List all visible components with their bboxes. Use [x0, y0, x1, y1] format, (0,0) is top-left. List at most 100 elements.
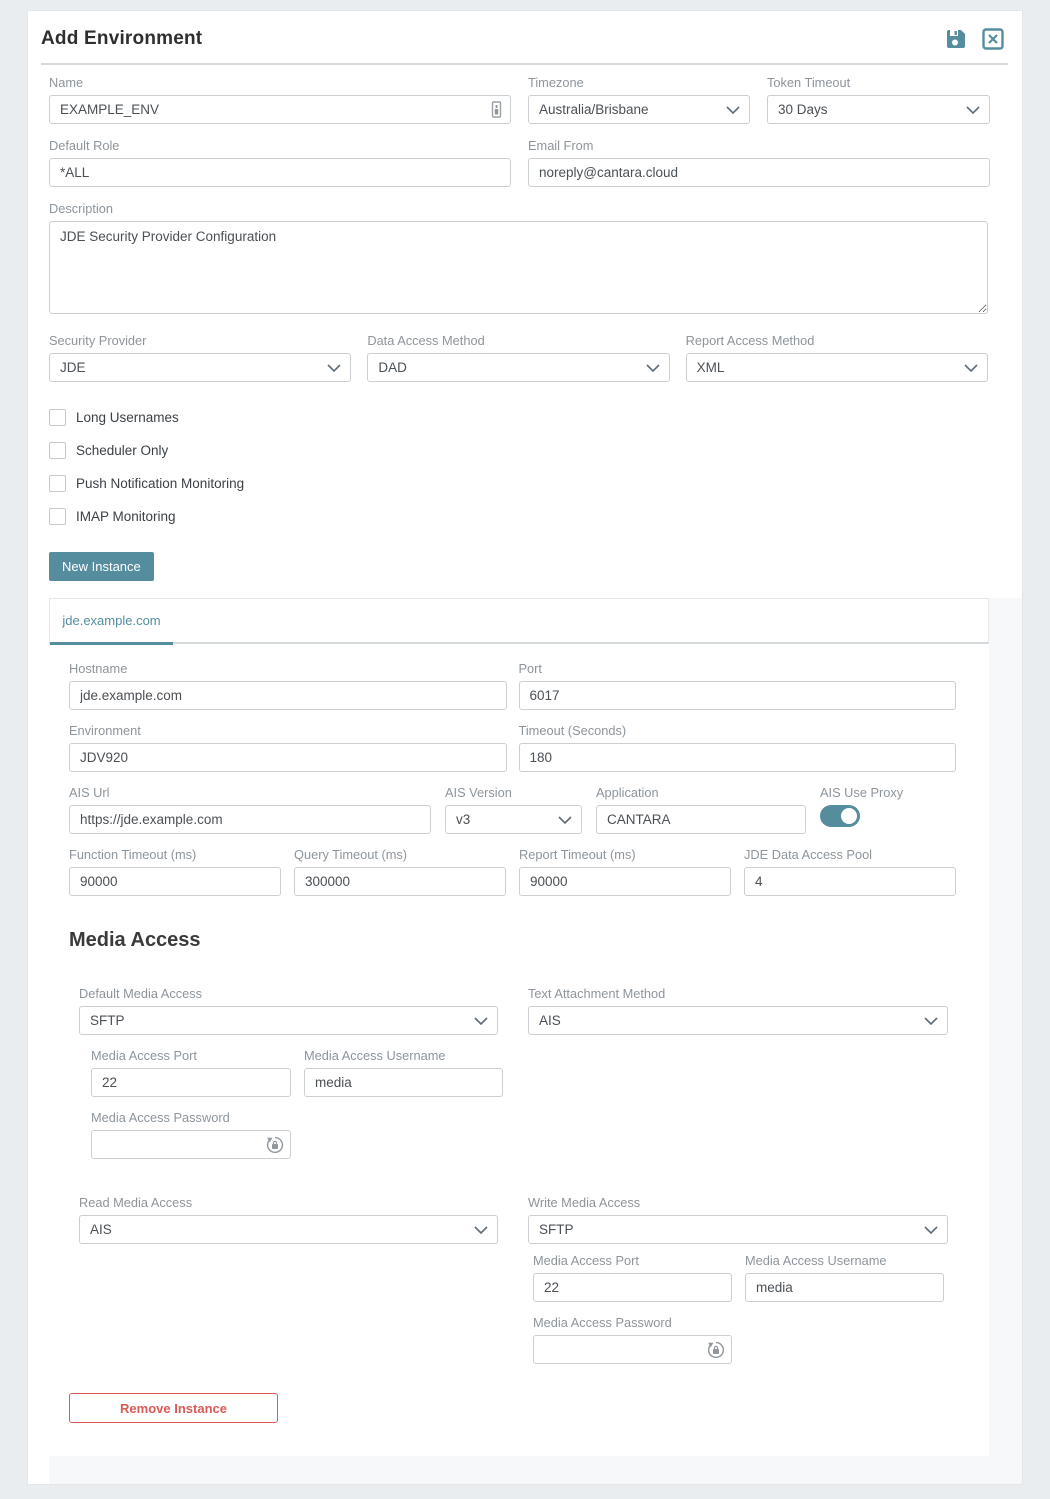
checkbox-label: IMAP Monitoring: [76, 509, 176, 524]
timeout-seconds-label: Timeout (Seconds): [519, 723, 957, 738]
chevron-down-icon: [474, 1017, 488, 1025]
function-timeout-input[interactable]: [69, 867, 281, 896]
report-timeout-label: Report Timeout (ms): [519, 847, 731, 862]
checkbox-scheduler-only[interactable]: Scheduler Only: [49, 442, 988, 459]
query-timeout-input[interactable]: [294, 867, 506, 896]
default-media-access-value: SFTP: [90, 1013, 125, 1028]
close-button[interactable]: [981, 27, 1005, 51]
token-timeout-select[interactable]: 30 Days: [767, 95, 990, 124]
report-access-method-select[interactable]: XML: [686, 353, 988, 382]
timezone-label: Timezone: [528, 75, 750, 90]
chevron-down-icon: [966, 106, 980, 114]
close-icon: [982, 28, 1004, 50]
media-access-username-label: Media Access Username: [304, 1048, 503, 1063]
chevron-down-icon: [646, 364, 660, 372]
port-input[interactable]: [519, 681, 957, 710]
timezone-select[interactable]: Australia/Brisbane: [528, 95, 750, 124]
instance-tab-bar: jde.example.com: [49, 598, 989, 644]
checkbox-label: Long Usernames: [76, 410, 179, 425]
checkbox-box[interactable]: [49, 508, 66, 525]
ais-version-value: v3: [456, 812, 470, 827]
write-media-access-username-input[interactable]: [745, 1273, 944, 1302]
write-media-access-port-label: Media Access Port: [533, 1253, 732, 1268]
data-access-method-label: Data Access Method: [367, 333, 669, 348]
default-role-input[interactable]: [49, 158, 511, 187]
default-media-access-label: Default Media Access: [79, 986, 498, 1001]
text-attachment-method-label: Text Attachment Method: [528, 986, 948, 1001]
ais-version-select[interactable]: v3: [445, 805, 582, 834]
ais-version-label: AIS Version: [445, 785, 582, 800]
report-access-method-value: XML: [697, 360, 725, 375]
write-media-access-select[interactable]: SFTP: [528, 1215, 948, 1244]
application-input[interactable]: [596, 805, 806, 834]
chevron-down-icon: [558, 816, 572, 824]
name-input[interactable]: [49, 95, 511, 124]
text-attachment-method-value: AIS: [539, 1013, 561, 1028]
chevron-down-icon: [726, 106, 740, 114]
toggle-knob: [841, 808, 857, 824]
timezone-value: Australia/Brisbane: [539, 102, 649, 117]
read-media-access-value: AIS: [90, 1222, 112, 1237]
write-media-access-label: Write Media Access: [528, 1195, 948, 1210]
write-media-access-password-label: Media Access Password: [533, 1315, 732, 1330]
port-label: Port: [519, 661, 957, 676]
jde-data-access-pool-label: JDE Data Access Pool: [744, 847, 956, 862]
chevron-down-icon: [924, 1017, 938, 1025]
new-instance-button[interactable]: New Instance: [49, 552, 154, 581]
checkbox-box[interactable]: [49, 475, 66, 492]
security-provider-value: JDE: [60, 360, 86, 375]
write-media-access-port-input[interactable]: [533, 1273, 732, 1302]
checkbox-box[interactable]: [49, 442, 66, 459]
environment-input[interactable]: [69, 743, 507, 772]
description-label: Description: [49, 201, 988, 216]
data-access-method-value: DAD: [378, 360, 407, 375]
checkbox-label: Push Notification Monitoring: [76, 476, 244, 491]
text-attachment-method-select[interactable]: AIS: [528, 1006, 948, 1035]
remove-instance-button[interactable]: Remove Instance: [69, 1393, 278, 1423]
media-access-port-label: Media Access Port: [91, 1048, 291, 1063]
report-timeout-input[interactable]: [519, 867, 731, 896]
checkbox-imap-monitoring[interactable]: IMAP Monitoring: [49, 508, 988, 525]
timeout-seconds-input[interactable]: [519, 743, 957, 772]
chevron-down-icon: [924, 1226, 938, 1234]
hostname-label: Hostname: [69, 661, 507, 676]
checkbox-long-usernames[interactable]: Long Usernames: [49, 409, 988, 426]
ais-url-input[interactable]: [69, 805, 431, 834]
checkbox-label: Scheduler Only: [76, 443, 168, 458]
read-media-access-select[interactable]: AIS: [79, 1215, 498, 1244]
ais-use-proxy-toggle[interactable]: [820, 805, 860, 827]
dialog-header: Add Environment: [28, 11, 1022, 51]
write-media-access-username-label: Media Access Username: [745, 1253, 944, 1268]
media-access-heading: Media Access: [69, 929, 956, 952]
save-button[interactable]: [944, 27, 968, 51]
tab-jde-example-com[interactable]: jde.example.com: [50, 599, 173, 642]
write-media-access-password-input[interactable]: [533, 1335, 732, 1364]
email-from-input[interactable]: [528, 158, 990, 187]
media-access-password-input[interactable]: [91, 1130, 291, 1159]
chevron-down-icon: [327, 364, 341, 372]
media-access-port-input[interactable]: [91, 1068, 291, 1097]
generate-password-icon[interactable]: [707, 1341, 725, 1359]
generate-password-icon[interactable]: [266, 1136, 284, 1154]
page-title: Add Environment: [41, 28, 202, 50]
application-label: Application: [596, 785, 806, 800]
default-media-access-select[interactable]: SFTP: [79, 1006, 498, 1035]
instance-region: jde.example.com Hostname Port Environmen: [49, 598, 1022, 1484]
function-timeout-label: Function Timeout (ms): [69, 847, 281, 862]
hostname-input[interactable]: [69, 681, 507, 710]
token-timeout-label: Token Timeout: [767, 75, 990, 90]
checkbox-box[interactable]: [49, 409, 66, 426]
default-role-label: Default Role: [49, 138, 511, 153]
add-environment-dialog: Add Environment Name: [27, 10, 1023, 1485]
data-access-method-select[interactable]: DAD: [367, 353, 669, 382]
query-timeout-label: Query Timeout (ms): [294, 847, 506, 862]
jde-data-access-pool-input[interactable]: [744, 867, 956, 896]
security-provider-select[interactable]: JDE: [49, 353, 351, 382]
ais-url-label: AIS Url: [69, 785, 431, 800]
media-access-username-input[interactable]: [304, 1068, 503, 1097]
environment-label: Environment: [69, 723, 507, 738]
security-provider-label: Security Provider: [49, 333, 351, 348]
checkbox-push-notification-monitoring[interactable]: Push Notification Monitoring: [49, 475, 988, 492]
token-timeout-value: 30 Days: [778, 102, 828, 117]
description-textarea[interactable]: [49, 221, 988, 314]
